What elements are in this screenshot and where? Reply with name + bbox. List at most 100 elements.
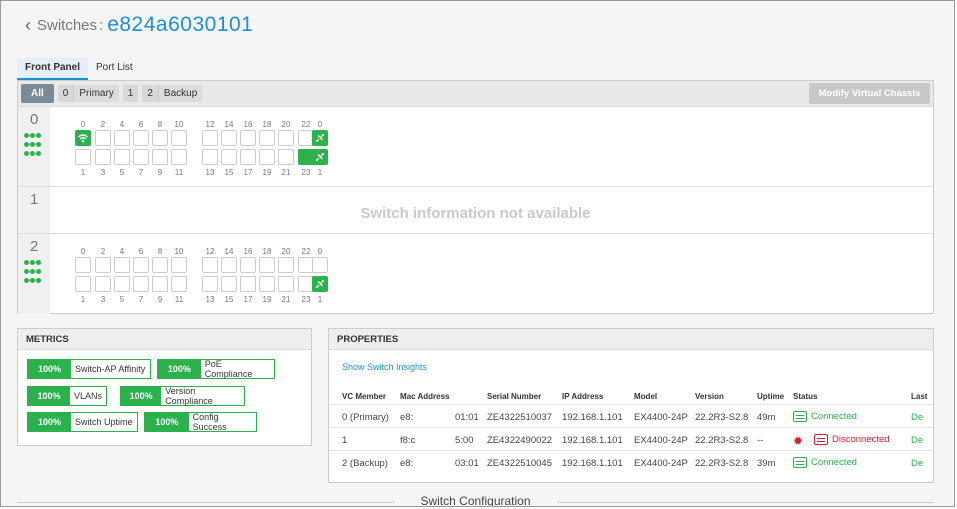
access-port[interactable] [75,276,91,292]
access-port[interactable] [259,276,275,292]
front-panel: All 0 Primary 1 2 Backup Modify Virtual … [17,80,934,314]
metric-label: Switch-AP Affinity [71,360,150,378]
access-port[interactable] [133,276,149,292]
modify-virtual-chassis-button[interactable]: Modify Virtual Chassis [809,83,930,104]
access-port[interactable] [278,276,294,292]
cell-last: De [911,435,924,446]
cell-model: EX4400-24P [634,435,688,446]
table-header: IP Address [562,392,604,401]
uplink-port-number-label: 0 [317,120,323,129]
switch-configuration-title[interactable]: Switch Configuration [17,494,934,506]
cell-last: De [911,412,924,423]
port-number-label: 13 [205,295,215,304]
port-number-label: 17 [243,168,253,177]
access-port[interactable] [95,130,111,146]
access-port[interactable] [221,130,237,146]
access-port[interactable] [152,130,168,146]
access-port[interactable] [259,257,275,273]
access-port[interactable] [75,257,91,273]
access-port[interactable] [240,276,256,292]
access-port[interactable] [202,149,218,165]
access-port[interactable] [133,257,149,273]
status-dot [30,133,35,138]
port-number-label: 17 [243,295,253,304]
port-wifi-ap-icon[interactable] [75,130,91,146]
access-port[interactable] [114,130,130,146]
access-port[interactable] [240,130,256,146]
table-header: VC Member [342,392,387,401]
port-number-label: 3 [100,168,106,177]
access-port[interactable] [221,149,237,165]
access-port[interactable] [259,130,275,146]
metric-percentage: 100% [145,413,189,431]
uplink-port-connected-icon[interactable] [312,130,328,146]
access-port[interactable] [171,276,187,292]
port-number-label: 3 [100,295,106,304]
tab-front-panel[interactable]: Front Panel [17,58,89,80]
table-header: Last [911,392,928,401]
access-port[interactable] [171,149,187,165]
table-header: Version [695,392,724,401]
uplink-port-connected-icon[interactable] [312,149,328,165]
port-number-label: 15 [224,295,234,304]
cell-member: 2 (Backup) [342,458,388,469]
access-port[interactable] [259,149,275,165]
metric-badge[interactable]: 100% VLANs [27,386,107,406]
port-number-label: 18 [262,120,272,129]
access-port[interactable] [278,257,294,273]
access-port[interactable] [278,130,294,146]
uplink-port-number-label: 0 [317,247,323,256]
access-port[interactable] [133,149,149,165]
port-number-label: 4 [119,247,125,256]
uplink-port[interactable] [312,257,328,273]
filter-member-0-button[interactable]: 0 Primary [57,84,119,103]
metric-badge[interactable]: 100% Switch-AP Affinity [27,359,151,379]
tab-port-list[interactable]: Port List [88,58,141,80]
access-port[interactable] [152,276,168,292]
show-switch-insights-link[interactable]: Show Switch Insights [342,362,427,372]
metric-badge[interactable]: 100% Version Compliance [120,386,245,406]
access-port[interactable] [152,257,168,273]
switch-configuration-section: Switch Configuration [17,491,934,506]
cell-uptime: -- [757,435,764,446]
access-port[interactable] [202,130,218,146]
metric-label: Config Success [188,412,256,432]
access-port[interactable] [202,276,218,292]
access-port[interactable] [171,130,187,146]
access-port[interactable] [240,149,256,165]
filter-all-button[interactable]: All [21,84,54,103]
access-port[interactable] [221,257,237,273]
breadcrumb-parent-switches[interactable]: Switches [37,17,97,34]
access-port[interactable] [202,257,218,273]
access-port[interactable] [133,130,149,146]
back-chevron-icon[interactable]: ‹ [25,15,31,36]
port-number-label: 19 [262,295,272,304]
filter-member-1-button[interactable]: 1 [122,84,139,103]
access-port[interactable] [240,257,256,273]
access-port[interactable] [171,257,187,273]
filter-member-role: Primary [73,85,119,102]
alert-sun-icon[interactable]: ✹ [793,434,803,448]
member-number-cell: 0 [18,107,50,186]
metric-label: Version Compliance [161,386,244,406]
properties-card: PROPERTIES Show Switch Insights VC Membe… [328,328,934,483]
metric-label: PoE Compliance [200,359,274,379]
access-port[interactable] [95,257,111,273]
access-port[interactable] [278,149,294,165]
metric-percentage: 100% [28,360,71,378]
port-number-label: 13 [205,168,215,177]
access-port[interactable] [152,149,168,165]
access-port[interactable] [75,149,91,165]
metric-badge[interactable]: 100% PoE Compliance [157,359,275,379]
uplink-port-connected-icon[interactable] [312,276,328,292]
access-port[interactable] [114,149,130,165]
cell-version: 22.2R3-S2.8 [695,412,749,423]
access-port[interactable] [114,257,130,273]
metric-badge[interactable]: 100% Config Success [144,412,257,432]
access-port[interactable] [114,276,130,292]
filter-member-2-button[interactable]: 2 Backup [142,84,203,103]
access-port[interactable] [221,276,237,292]
access-port[interactable] [95,149,111,165]
metric-badge[interactable]: 100% Switch Uptime [27,412,138,432]
access-port[interactable] [95,276,111,292]
